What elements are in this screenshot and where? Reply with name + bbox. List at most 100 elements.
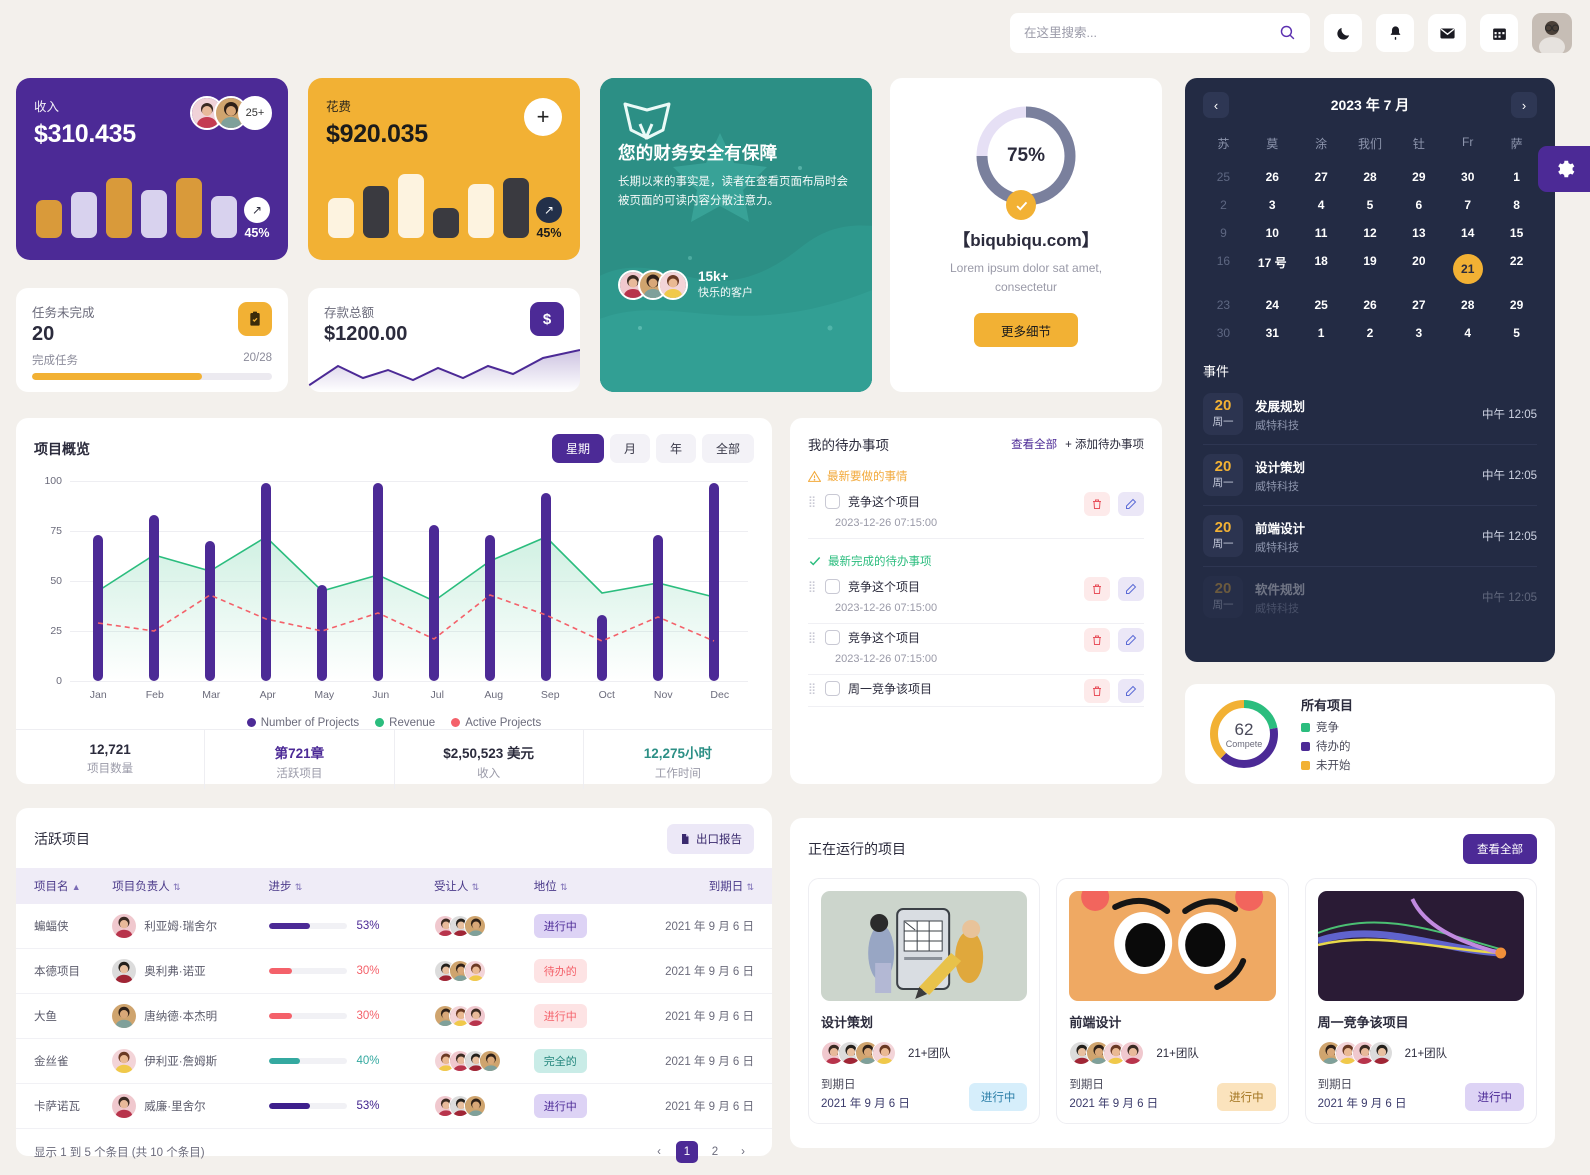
calendar-day[interactable]: 28 xyxy=(1443,291,1492,319)
drag-handle-icon[interactable]: ⣿ xyxy=(808,683,817,694)
pagination-prev[interactable]: ‹ xyxy=(648,1141,670,1163)
calendar-day[interactable]: 19 xyxy=(1346,247,1395,291)
calendar-day[interactable]: 14 xyxy=(1443,219,1492,247)
calendar-day[interactable]: 5 xyxy=(1346,191,1395,219)
table-column-5[interactable]: 到期日 ⇅ xyxy=(612,868,772,904)
calendar-next-button[interactable]: › xyxy=(1510,92,1537,118)
moon-icon[interactable] xyxy=(1324,14,1362,52)
avatar[interactable] xyxy=(1532,13,1572,53)
table-column-1[interactable]: 项目负责人 ⇅ xyxy=(112,868,269,904)
delete-icon[interactable] xyxy=(1084,679,1110,703)
calendar-day[interactable]: 31 xyxy=(1248,319,1297,347)
event-item[interactable]: 20 周一 前端设计 威特科技 中午 12:05 xyxy=(1203,506,1537,567)
todo-checkbox[interactable] xyxy=(825,630,840,645)
search-icon[interactable] xyxy=(1279,24,1296,46)
calendar-day[interactable]: 2 xyxy=(1346,319,1395,347)
sort-icon[interactable]: ⇅ xyxy=(173,882,181,892)
mail-icon[interactable] xyxy=(1428,14,1466,52)
calendar-day[interactable]: 1 xyxy=(1492,163,1541,191)
calendar-day[interactable]: 5 xyxy=(1492,319,1541,347)
calendar-day[interactable]: 22 xyxy=(1492,247,1541,291)
calendar-day[interactable]: 29 xyxy=(1492,291,1541,319)
chart-legend-item[interactable]: Revenue xyxy=(375,717,435,729)
calendar-day[interactable]: 30 xyxy=(1199,319,1248,347)
delete-icon[interactable] xyxy=(1084,628,1110,652)
calendar-prev-button[interactable]: ‹ xyxy=(1203,92,1229,118)
chart-tab-星期[interactable]: 星期 xyxy=(551,434,604,463)
running-view-all-button[interactable]: 查看全部 xyxy=(1463,834,1537,864)
pagination-page-1[interactable]: 1 xyxy=(676,1141,698,1163)
table-row[interactable]: 本德项目 奥利弗·诺亚 30% 待办的 2021 年 9 月 6 日 xyxy=(16,948,772,994)
calendar-day[interactable]: 10 xyxy=(1248,219,1297,247)
export-report-button[interactable]: 出口报告 xyxy=(667,824,754,854)
table-row[interactable]: 金丝雀 伊利亚·詹姆斯 40% 完全的 2021 年 9 月 6 日 xyxy=(16,1038,772,1084)
sort-icon[interactable]: ⇅ xyxy=(472,882,480,892)
chart-legend-item[interactable]: Active Projects xyxy=(451,717,541,729)
chart-tab-全部[interactable]: 全部 xyxy=(701,434,754,463)
running-project-card[interactable]: 设计策划 21+团队 到期日 2021 年 9 月 6 日 进行中 xyxy=(808,878,1041,1124)
add-expense-button[interactable]: + xyxy=(524,98,562,136)
table-column-3[interactable]: 受让人 ⇅ xyxy=(433,868,534,904)
todo-view-all[interactable]: 查看全部 xyxy=(1011,436,1057,452)
calendar-day[interactable]: 27 xyxy=(1394,291,1443,319)
todo-checkbox[interactable] xyxy=(825,579,840,594)
calendar-day[interactable]: 11 xyxy=(1297,219,1346,247)
calendar-days-grid[interactable]: 25 26 27 28 29 30 1 2 3 4 5 6 7 8 9 10 11 12 13 14 15 16 17 号1… xyxy=(1185,159,1555,347)
edit-icon[interactable] xyxy=(1118,577,1144,601)
event-item[interactable]: 20 周一 发展规划 威特科技 中午 12:05 xyxy=(1203,384,1537,445)
delete-icon[interactable] xyxy=(1084,492,1110,516)
edit-icon[interactable] xyxy=(1118,628,1144,652)
pagination-page-2[interactable]: 2 xyxy=(704,1141,726,1163)
calendar-day[interactable]: 8 xyxy=(1492,191,1541,219)
table-row[interactable]: 蝙蝠侠 利亚姆·瑞舍尔 53% 进行中 2021 年 9 月 6 日 xyxy=(16,904,772,949)
chart-tab-年[interactable]: 年 xyxy=(655,434,696,463)
table-row[interactable]: 卡萨诺瓦 威廉·里舍尔 53% 进行中 2021 年 9 月 6 日 xyxy=(16,1083,772,1129)
event-item[interactable]: 20 周一 设计策划 威特科技 中午 12:05 xyxy=(1203,445,1537,506)
chart-legend-item[interactable]: Number of Projects xyxy=(246,717,359,729)
drag-handle-icon[interactable]: ⣿ xyxy=(808,632,817,643)
calendar-day[interactable]: 13 xyxy=(1394,219,1443,247)
running-project-card[interactable]: 周一竞争该项目 21+团队 到期日 2021 年 9 月 6 日 进行中 xyxy=(1304,878,1537,1124)
search-box[interactable] xyxy=(1010,13,1310,53)
calendar-day[interactable]: 29 xyxy=(1394,163,1443,191)
calendar-day[interactable]: 24 xyxy=(1248,291,1297,319)
table-row[interactable]: 大鱼 唐纳德·本杰明 30% 进行中 2021 年 9 月 6 日 xyxy=(16,993,772,1039)
calendar-day[interactable]: 20 xyxy=(1394,247,1443,291)
calendar-day[interactable]: 28 xyxy=(1346,163,1395,191)
table-column-0[interactable]: 项目名 ▲ xyxy=(16,868,113,904)
delete-icon[interactable] xyxy=(1084,577,1110,601)
todo-checkbox[interactable] xyxy=(825,681,840,696)
drag-handle-icon[interactable]: ⣿ xyxy=(808,581,817,592)
edit-icon[interactable] xyxy=(1118,679,1144,703)
drag-handle-icon[interactable]: ⣿ xyxy=(808,496,817,507)
running-project-card[interactable]: 前端设计 21+团队 到期日 2021 年 9 月 6 日 进行中 xyxy=(1056,878,1289,1124)
calendar-day[interactable]: 23 xyxy=(1199,291,1248,319)
chart-range-tabs[interactable]: 星期月年全部 xyxy=(551,434,754,463)
calendar-day[interactable]: 21 xyxy=(1443,247,1492,291)
gear-icon[interactable] xyxy=(1538,146,1590,192)
income-avatars[interactable]: 25+ xyxy=(190,96,272,130)
sort-icon[interactable]: ⇅ xyxy=(560,882,568,892)
calendar-day[interactable]: 16 xyxy=(1199,247,1248,291)
calendar-day[interactable]: 17 号 xyxy=(1248,247,1297,291)
table-column-4[interactable]: 地位 ⇅ xyxy=(533,868,613,904)
calendar-day[interactable]: 26 xyxy=(1248,163,1297,191)
chart-tab-月[interactable]: 月 xyxy=(609,434,650,463)
table-column-2[interactable]: 进步 ⇅ xyxy=(268,868,434,904)
calendar-day[interactable]: 26 xyxy=(1346,291,1395,319)
calendar-day[interactable]: 27 xyxy=(1297,163,1346,191)
calendar-icon[interactable] xyxy=(1480,14,1518,52)
event-item[interactable]: 20 周一 软件规划 威特科技 中午 12:05 xyxy=(1203,567,1537,627)
calendar-day[interactable]: 3 xyxy=(1248,191,1297,219)
calendar-day[interactable]: 18 xyxy=(1297,247,1346,291)
calendar-day[interactable]: 9 xyxy=(1199,219,1248,247)
bell-icon[interactable] xyxy=(1376,14,1414,52)
calendar-day[interactable]: 4 xyxy=(1297,191,1346,219)
calendar-day[interactable]: 30 xyxy=(1443,163,1492,191)
edit-icon[interactable] xyxy=(1118,492,1144,516)
sort-icon[interactable]: ▲ xyxy=(72,882,81,892)
sort-icon[interactable]: ⇅ xyxy=(295,882,303,892)
calendar-day[interactable]: 7 xyxy=(1443,191,1492,219)
calendar-day[interactable]: 1 xyxy=(1297,319,1346,347)
search-input[interactable] xyxy=(1024,26,1296,40)
